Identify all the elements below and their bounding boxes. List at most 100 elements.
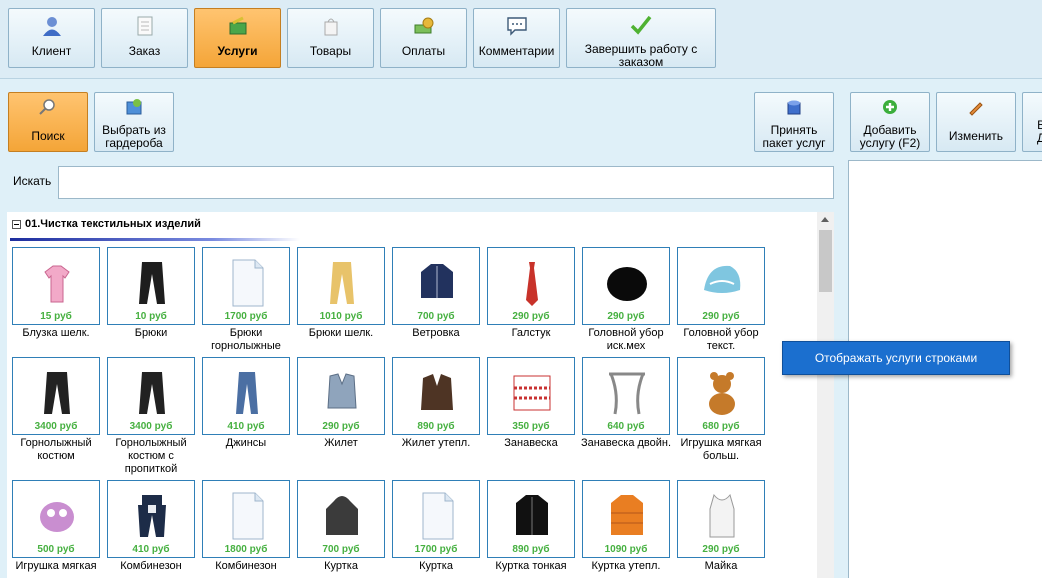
service-name: Джинсы — [225, 437, 267, 449]
service-price: 290 руб — [512, 311, 550, 322]
blank-document-icon — [225, 258, 269, 308]
tab-services-label: Услуги — [217, 44, 258, 58]
wardrobe-button[interactable]: Выбрать из гардероба — [94, 92, 174, 152]
service-tile[interactable]: 890 руб — [392, 357, 480, 435]
service-name: Комбинезон — [120, 560, 182, 572]
service-tile[interactable]: 1800 руб — [202, 480, 290, 558]
service-tile[interactable]: 500 руб — [12, 480, 100, 558]
vest-icon — [320, 368, 364, 418]
trousers-icon — [130, 258, 174, 308]
scroll-up-arrow-icon[interactable] — [821, 217, 829, 222]
tie-icon — [510, 258, 554, 308]
search-label: Искать — [13, 174, 52, 188]
edit-button[interactable]: Изменить — [936, 92, 1016, 152]
speech-bubble-icon — [505, 14, 529, 38]
teddy-bear-icon — [700, 368, 744, 418]
magnifier-icon — [38, 97, 58, 117]
scrollbar-thumb[interactable] — [819, 230, 832, 292]
service-tile[interactable]: 410 руб — [107, 480, 195, 558]
service-name: Занавеска двойн. — [580, 437, 672, 449]
finish-order-button[interactable]: Завершить работу с заказом — [566, 8, 716, 69]
tab-comments[interactable]: Комментарии — [473, 8, 560, 68]
service-tile[interactable]: 410 руб — [202, 357, 290, 435]
service-tile[interactable]: 290 руб — [677, 480, 765, 558]
service-name: Брюки — [134, 327, 168, 339]
edit-button-label: Изменить — [948, 129, 1004, 143]
tab-payments-label: Оплаты — [401, 44, 446, 58]
service-price: 10 руб — [135, 311, 167, 322]
service-name: Горнолыжный костюм — [20, 437, 92, 462]
tab-payments[interactable]: Оплаты — [380, 8, 467, 68]
service-tile[interactable]: 1010 руб — [297, 247, 385, 325]
service-name: Жилет утепл. — [401, 437, 471, 449]
add-service-label: Добавить услугу (F2) — [859, 123, 921, 150]
blank-document-icon — [415, 491, 459, 541]
service-tile[interactable]: 3400 руб — [107, 357, 195, 435]
add-service-button[interactable]: Добавить услугу (F2) — [850, 92, 930, 152]
service-tile[interactable]: 700 руб — [392, 247, 480, 325]
service-name: Ветровка — [412, 327, 460, 339]
service-price: 15 руб — [40, 311, 72, 322]
service-tile[interactable]: 1700 руб — [202, 247, 290, 325]
service-tile[interactable]: 350 руб — [487, 357, 575, 435]
service-name: Куртка тонкая — [495, 560, 567, 572]
jeans-icon — [225, 368, 269, 418]
fur-hat-icon — [605, 258, 649, 308]
search-button[interactable]: Поиск — [8, 92, 88, 152]
service-tile[interactable]: 290 руб — [677, 247, 765, 325]
plus-icon — [880, 97, 900, 117]
tab-services[interactable]: Услуги — [194, 8, 281, 68]
money-icon — [412, 14, 436, 38]
ski-suit-icon — [35, 368, 79, 418]
wardrobe-icon — [124, 97, 144, 117]
service-name: Куртка утепл. — [591, 560, 661, 572]
service-tile[interactable]: 700 руб — [297, 480, 385, 558]
service-price: 290 руб — [607, 311, 645, 322]
service-tile[interactable]: 680 руб — [677, 357, 765, 435]
cut-off-button[interactable]: В Д — [1022, 92, 1042, 152]
service-name: Блузка шелк. — [22, 327, 90, 339]
tab-order[interactable]: Заказ — [101, 8, 188, 68]
service-price: 680 руб — [702, 421, 740, 432]
tab-goods[interactable]: Товары — [287, 8, 374, 68]
finish-order-label: Завершить работу с заказом — [584, 42, 698, 69]
group-header[interactable]: 01.Чистка текстильных изделий — [12, 218, 201, 230]
service-name: Игрушка мягкая — [15, 560, 97, 572]
service-name: Майка — [704, 560, 738, 572]
package-icon — [784, 97, 804, 117]
vertical-scrollbar[interactable] — [817, 212, 834, 578]
service-tile[interactable]: 1090 руб — [582, 480, 670, 558]
document-icon — [133, 14, 157, 38]
service-name: Куртка — [324, 560, 358, 572]
service-tile[interactable]: 15 руб — [12, 247, 100, 325]
service-name: Галстук — [511, 327, 551, 339]
service-tile[interactable]: 640 руб — [582, 357, 670, 435]
hoodie-icon — [320, 491, 364, 541]
tab-client[interactable]: Клиент — [8, 8, 95, 68]
tank-top-icon — [700, 491, 744, 541]
service-tile[interactable]: 1700 руб — [392, 480, 480, 558]
ski-suit-icon — [130, 368, 174, 418]
service-tile[interactable]: 3400 руб — [12, 357, 100, 435]
service-price: 1700 руб — [224, 311, 268, 322]
service-price: 890 руб — [417, 421, 455, 432]
tab-goods-label: Товары — [309, 44, 352, 58]
context-menu-show-as-rows[interactable]: Отображать услуги строками — [782, 341, 1010, 375]
group-underline — [10, 238, 300, 241]
service-price: 640 руб — [607, 421, 645, 432]
service-name: Жилет — [324, 437, 358, 449]
service-name: Брюки шелк. — [308, 327, 374, 339]
thin-jacket-icon — [510, 491, 554, 541]
accept-package-button[interactable]: Принять пакет услуг — [754, 92, 834, 152]
service-tile[interactable]: 290 руб — [582, 247, 670, 325]
tab-client-label: Клиент — [31, 44, 72, 58]
service-tile[interactable]: 10 руб — [107, 247, 195, 325]
collapse-icon[interactable] — [12, 219, 21, 229]
person-icon — [40, 14, 64, 38]
service-tile[interactable]: 290 руб — [487, 247, 575, 325]
service-name: Комбинезон — [215, 560, 277, 572]
service-tile[interactable]: 890 руб — [487, 480, 575, 558]
tab-comments-label: Комментарии — [478, 44, 555, 58]
service-tile[interactable]: 290 руб — [297, 357, 385, 435]
search-input[interactable] — [58, 166, 834, 199]
